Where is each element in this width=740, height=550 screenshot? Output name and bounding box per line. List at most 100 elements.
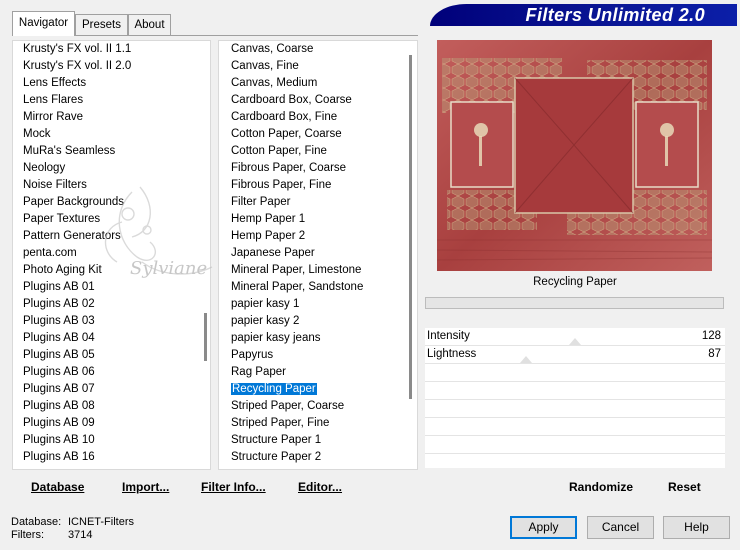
tab-presets[interactable]: Presets [75, 14, 128, 35]
filter-item-label: Structure Paper 1 [231, 434, 322, 446]
filter-item[interactable]: papier kasy 1 [219, 296, 417, 313]
filter-item[interactable]: Canvas, Medium [219, 75, 417, 92]
app-title: Filters Unlimited 2.0 [525, 5, 705, 25]
filter-item[interactable]: Recycling Paper [219, 381, 417, 398]
filter-item-label: Structure Paper 2 [231, 451, 322, 463]
category-item-label: Plugins AB 09 [23, 417, 95, 429]
category-item-label: Plugins AB 08 [23, 400, 95, 412]
category-item-label: Plugins AB 03 [23, 315, 95, 327]
filter-item-label: Hemp Paper 2 [231, 230, 306, 242]
filter-item-label: Fibrous Paper, Coarse [231, 162, 347, 174]
category-item[interactable]: Lens Effects [13, 75, 210, 92]
title-banner: Filters Unlimited 2.0 [430, 4, 737, 26]
filter-item[interactable]: Fibrous Paper, Fine [219, 177, 417, 194]
intensity-value: 128 [701, 330, 721, 342]
category-item[interactable]: Krusty's FX vol. II 1.1 [13, 41, 210, 58]
category-item[interactable]: Plugins AB 05 [13, 347, 210, 364]
category-item-label: Krusty's FX vol. II 2.0 [23, 60, 132, 72]
category-item-label: Noise Filters [23, 179, 87, 191]
filter-item[interactable]: Cotton Paper, Fine [219, 143, 417, 160]
category-item-label: Plugins AB 05 [23, 349, 95, 361]
filter-item[interactable]: Structure Paper 1 [219, 432, 417, 449]
filter-item[interactable]: Striped Paper, Fine [219, 415, 417, 432]
filter-item-label: Rag Paper [231, 366, 286, 378]
empty-slider-row [425, 382, 725, 400]
filter-item[interactable]: Mineral Paper, Sandstone [219, 279, 417, 296]
category-item-label: MuRa's Seamless [23, 145, 116, 157]
category-scrollbar[interactable] [204, 313, 207, 361]
apply-button[interactable]: Apply [510, 516, 577, 539]
filter-item-label: Canvas, Medium [231, 77, 318, 89]
cancel-button[interactable]: Cancel [587, 516, 654, 539]
filter-item-label: Cardboard Box, Fine [231, 111, 338, 123]
filter-item[interactable]: Canvas, Fine [219, 58, 417, 75]
help-button[interactable]: Help [663, 516, 730, 539]
tab-navigator[interactable]: Navigator [12, 11, 75, 36]
category-item[interactable]: Krusty's FX vol. II 2.0 [13, 58, 210, 75]
filters-count-label: Filters: [11, 529, 44, 541]
filter-scrollbar[interactable] [409, 55, 412, 399]
category-item[interactable]: Plugins AB 09 [13, 415, 210, 432]
filter-item[interactable]: Filter Paper [219, 194, 417, 211]
category-item[interactable]: Plugins AB 04 [13, 330, 210, 347]
filter-item-label: Striped Paper, Coarse [231, 400, 345, 412]
category-item-label: Plugins AB 06 [23, 366, 95, 378]
filter-item[interactable]: Cardboard Box, Coarse [219, 92, 417, 109]
filter-item[interactable]: papier kasy 2 [219, 313, 417, 330]
reset-button[interactable]: Reset [668, 480, 701, 496]
slider-intensity[interactable]: Intensity 128 [425, 328, 725, 346]
filter-item[interactable]: Rag Paper [219, 364, 417, 381]
intensity-slider-marker[interactable] [569, 338, 581, 345]
filter-item[interactable]: Structure Paper 2 [219, 449, 417, 466]
slider-lightness[interactable]: Lightness 87 [425, 346, 725, 364]
category-item[interactable]: Plugins AB 08 [13, 398, 210, 415]
category-item-label: penta.com [23, 247, 77, 259]
database-button[interactable]: Database [31, 480, 84, 496]
filter-item[interactable]: Hemp Paper 1 [219, 211, 417, 228]
category-item[interactable]: Plugins AB 10 [13, 432, 210, 449]
category-item-label: Plugins AB 07 [23, 383, 95, 395]
filter-info-button[interactable]: Filter Info... [201, 480, 266, 496]
filter-item[interactable]: Cardboard Box, Fine [219, 109, 417, 126]
category-item[interactable]: Neology [13, 160, 210, 177]
filters-count-value: 3714 [68, 529, 93, 541]
category-item[interactable]: Plugins AB 02 [13, 296, 210, 313]
filter-item[interactable]: Papyrus [219, 347, 417, 364]
filter-item-label: Cotton Paper, Coarse [231, 128, 342, 140]
category-item[interactable]: Plugins AB 07 [13, 381, 210, 398]
category-item-label: Mock [23, 128, 51, 140]
filter-item[interactable]: Cotton Paper, Coarse [219, 126, 417, 143]
randomize-button[interactable]: Randomize [569, 480, 633, 496]
filter-item[interactable]: Canvas, Coarse [219, 41, 417, 58]
empty-slider-row [425, 400, 725, 418]
category-item-label: Krusty's FX vol. II 1.1 [23, 43, 132, 55]
filter-item-label: papier kasy 2 [231, 315, 300, 327]
category-item[interactable]: Lens Flares [13, 92, 210, 109]
filter-item[interactable]: Fibrous Paper, Coarse [219, 160, 417, 177]
category-item[interactable]: MuRa's Seamless [13, 143, 210, 160]
preview-filter-name: Recycling Paper [533, 276, 617, 288]
lightness-slider-marker[interactable] [520, 356, 532, 363]
category-item[interactable]: Mock [13, 126, 210, 143]
category-item[interactable]: Plugins AB 16 [13, 449, 210, 466]
category-item-label: Lens Flares [23, 94, 84, 106]
filter-item[interactable]: papier kasy jeans [219, 330, 417, 347]
import-button[interactable]: Import... [122, 480, 169, 496]
category-item[interactable]: Mirror Rave [13, 109, 210, 126]
category-item-label: Plugins AB 16 [23, 451, 95, 463]
category-item[interactable]: Plugins AB 03 [13, 313, 210, 330]
filter-item[interactable]: Japanese Paper [219, 245, 417, 262]
filter-item-label: papier kasy 1 [231, 298, 300, 310]
filter-item-label: Hemp Paper 1 [231, 213, 306, 225]
category-item[interactable]: Plugins AB 06 [13, 364, 210, 381]
tab-about[interactable]: About [128, 14, 171, 35]
filter-item[interactable]: Hemp Paper 2 [219, 228, 417, 245]
filter-item-label: Cardboard Box, Coarse [231, 94, 352, 106]
watermark-text: Sylviane [130, 258, 208, 279]
category-item-label: Plugins AB 02 [23, 298, 95, 310]
filter-list[interactable]: Canvas, Coarse Canvas, Fine Canvas, Medium… [218, 40, 418, 470]
filter-item[interactable]: Mineral Paper, Limestone [219, 262, 417, 279]
filter-item[interactable]: Striped Paper, Coarse [219, 398, 417, 415]
editor-button[interactable]: Editor... [298, 480, 342, 496]
category-item-label: Plugins AB 01 [23, 281, 95, 293]
